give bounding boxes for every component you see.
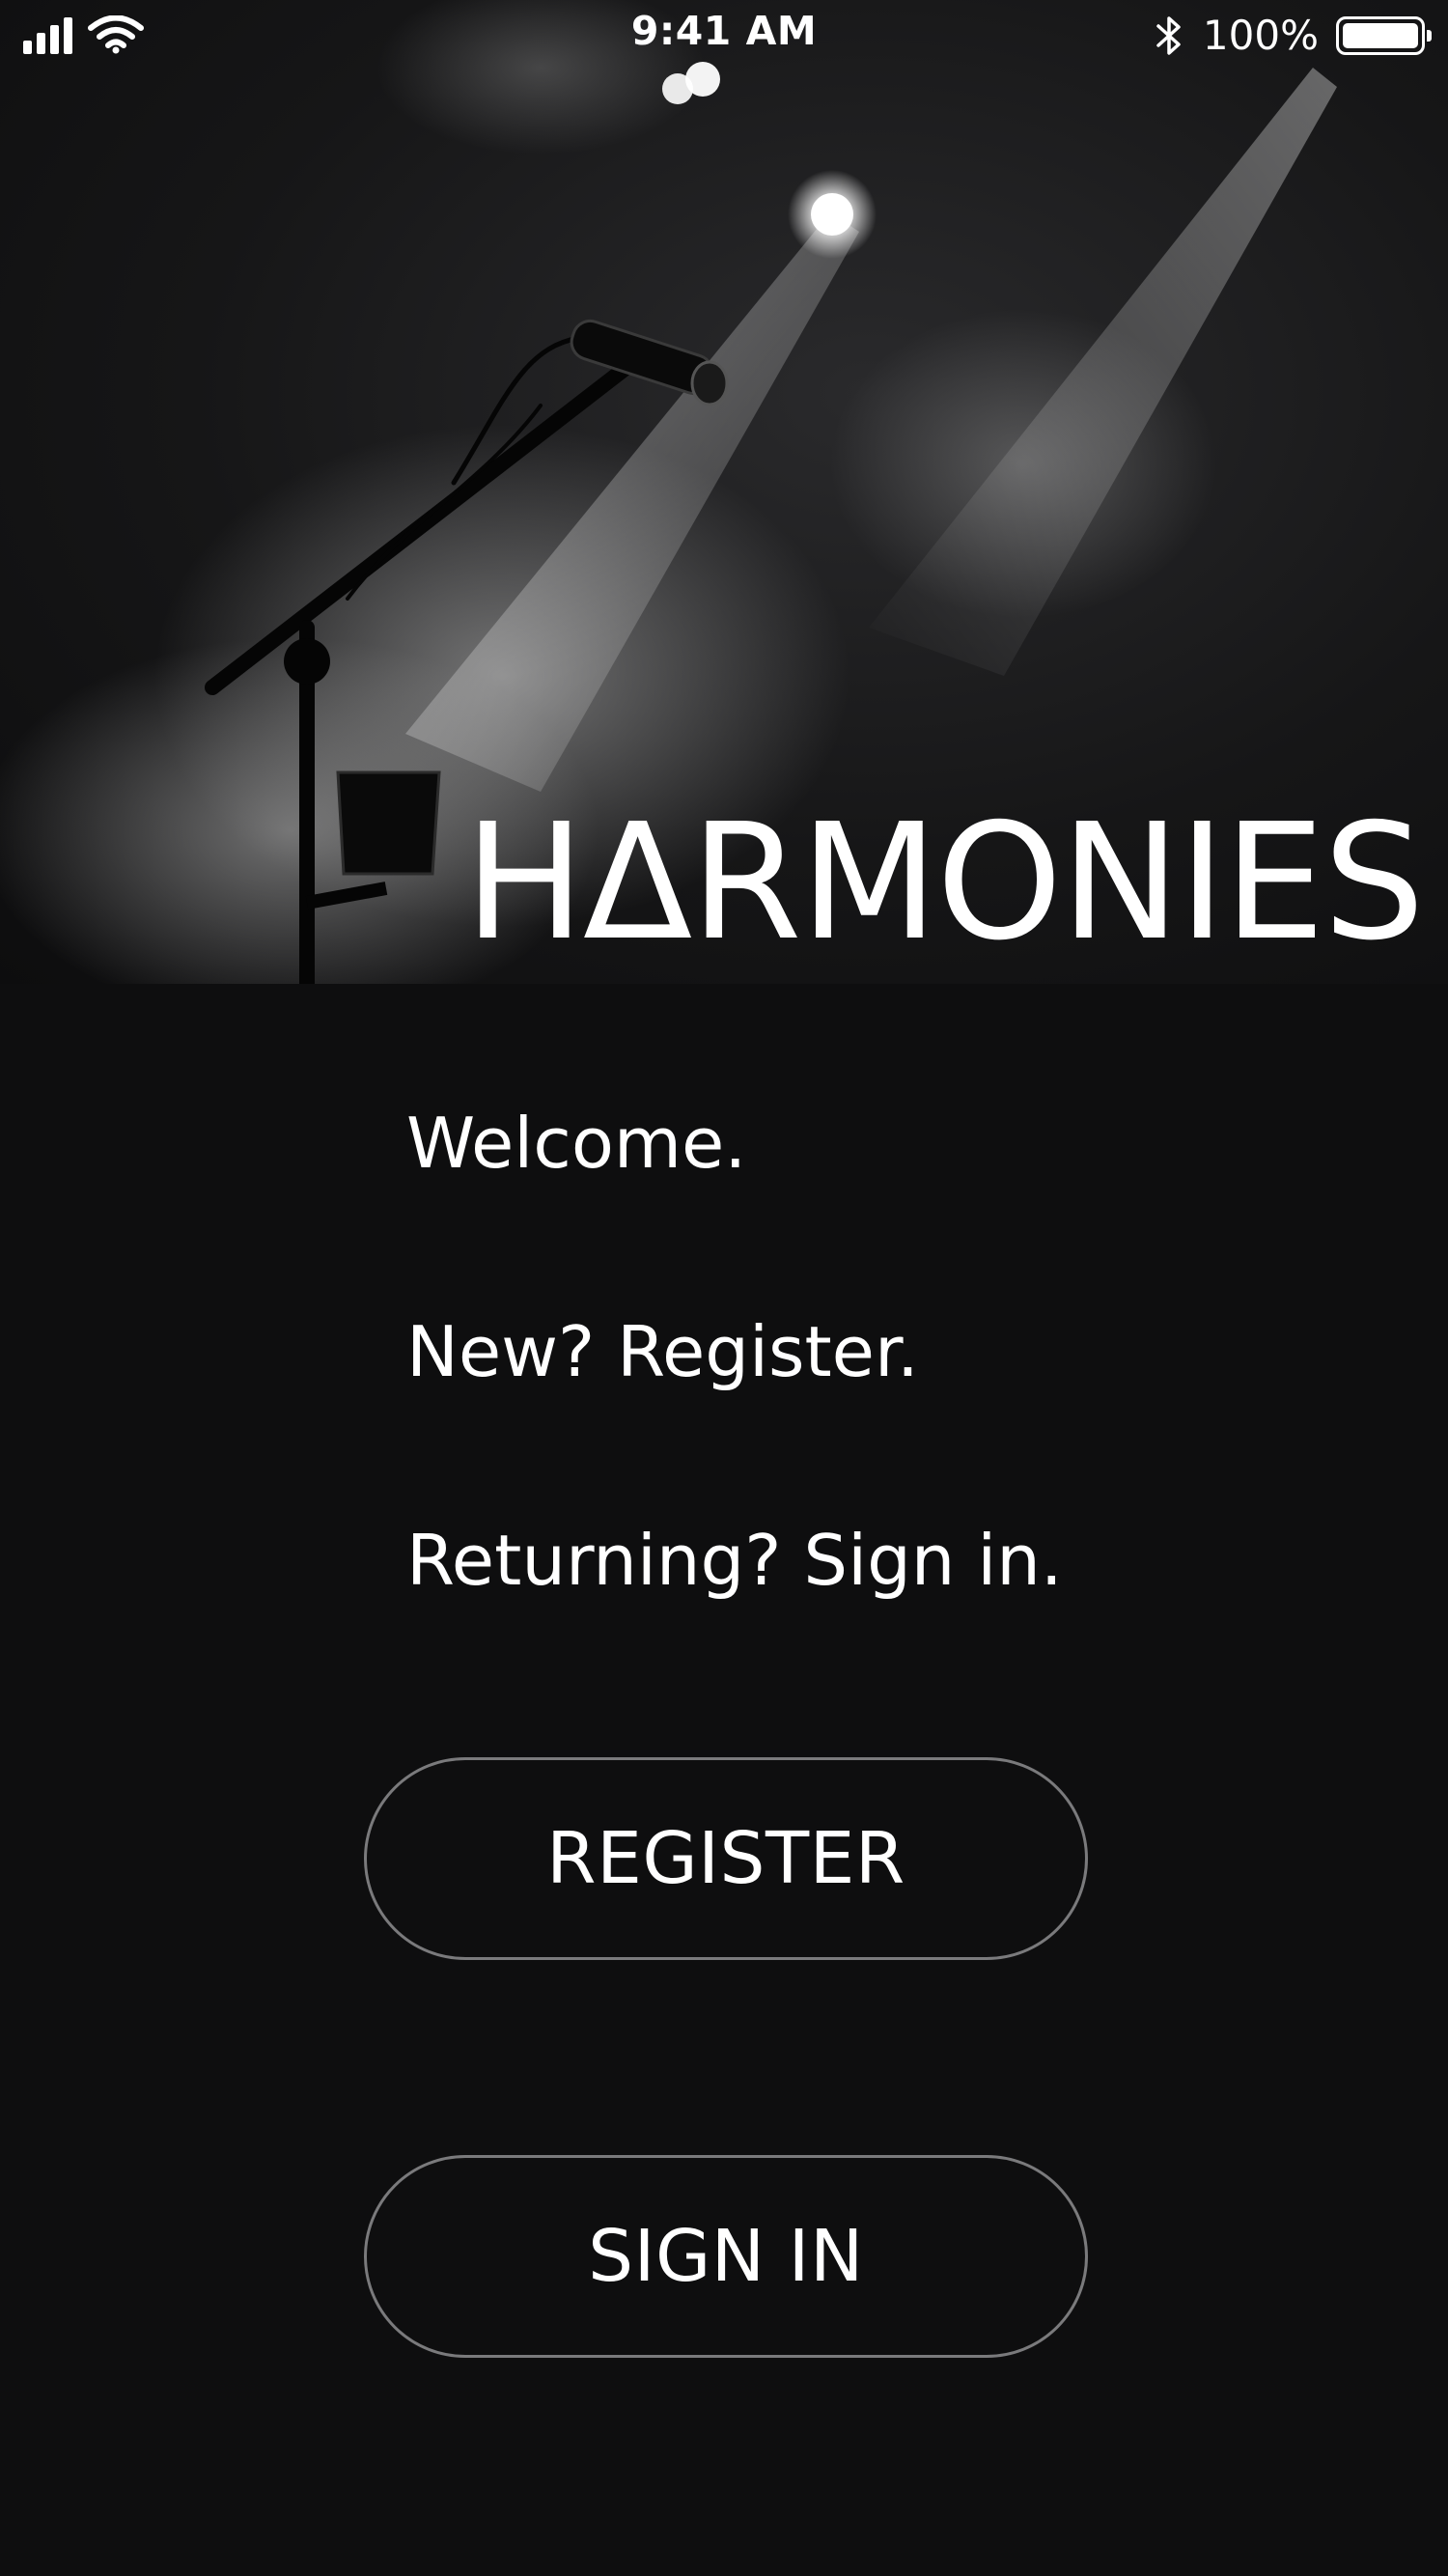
register-button-label: REGISTER — [546, 1817, 905, 1900]
register-prompt-text: New? Register. — [406, 1311, 919, 1392]
battery-fill — [1343, 22, 1418, 48]
welcome-text: Welcome. — [406, 1103, 747, 1184]
brand-title: HΔRMONIES — [464, 790, 1425, 976]
signin-prompt-text: Returning? Sign in. — [406, 1520, 1063, 1601]
register-button[interactable]: REGISTER — [364, 1757, 1088, 1960]
battery-nub — [1427, 29, 1432, 42]
battery-icon — [1336, 15, 1432, 55]
sign-in-button[interactable]: SIGN IN — [364, 2155, 1088, 2358]
status-bar: 9:41 AM 100% — [0, 0, 1448, 77]
sign-in-button-label: SIGN IN — [588, 2215, 864, 2298]
battery-percent: 100% — [1202, 12, 1319, 59]
status-right: 100% — [1153, 12, 1432, 59]
bluetooth-icon — [1156, 15, 1181, 55]
